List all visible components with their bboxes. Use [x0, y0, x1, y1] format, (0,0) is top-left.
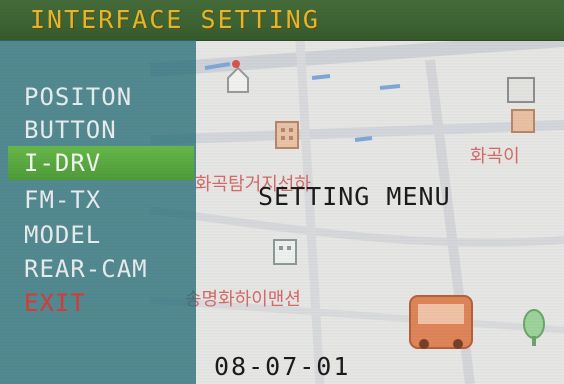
- poi-building-icon: [273, 239, 297, 265]
- setting-menu-heading: SETTING MENU: [258, 182, 451, 211]
- menu-item-i-drv[interactable]: I-DRV: [8, 146, 194, 180]
- menu-item-model[interactable]: MODEL: [24, 218, 101, 252]
- menu-item-rear-cam[interactable]: REAR-CAM: [24, 252, 148, 286]
- page-title: INTERFACE SETTING: [30, 5, 320, 34]
- menu-item-position[interactable]: POSITON: [24, 80, 132, 114]
- map-label: 송명화하이맨션: [185, 289, 301, 310]
- menu-item-exit[interactable]: EXIT: [24, 286, 86, 320]
- title-bar: INTERFACE SETTING: [0, 0, 564, 41]
- menu-item-button[interactable]: BUTTON: [24, 113, 117, 147]
- map-label: 화곡이: [470, 146, 520, 167]
- device-screen: 화곡탐거지선하 송명화하이맨션 화곡이 INTERFACE SETTING PO…: [0, 0, 564, 384]
- poi-building-icon: [275, 121, 299, 149]
- menu-item-fm-tx[interactable]: FM-TX: [24, 183, 101, 217]
- poi-bus-icon: [409, 295, 473, 349]
- firmware-version: 08-07-01: [214, 352, 351, 381]
